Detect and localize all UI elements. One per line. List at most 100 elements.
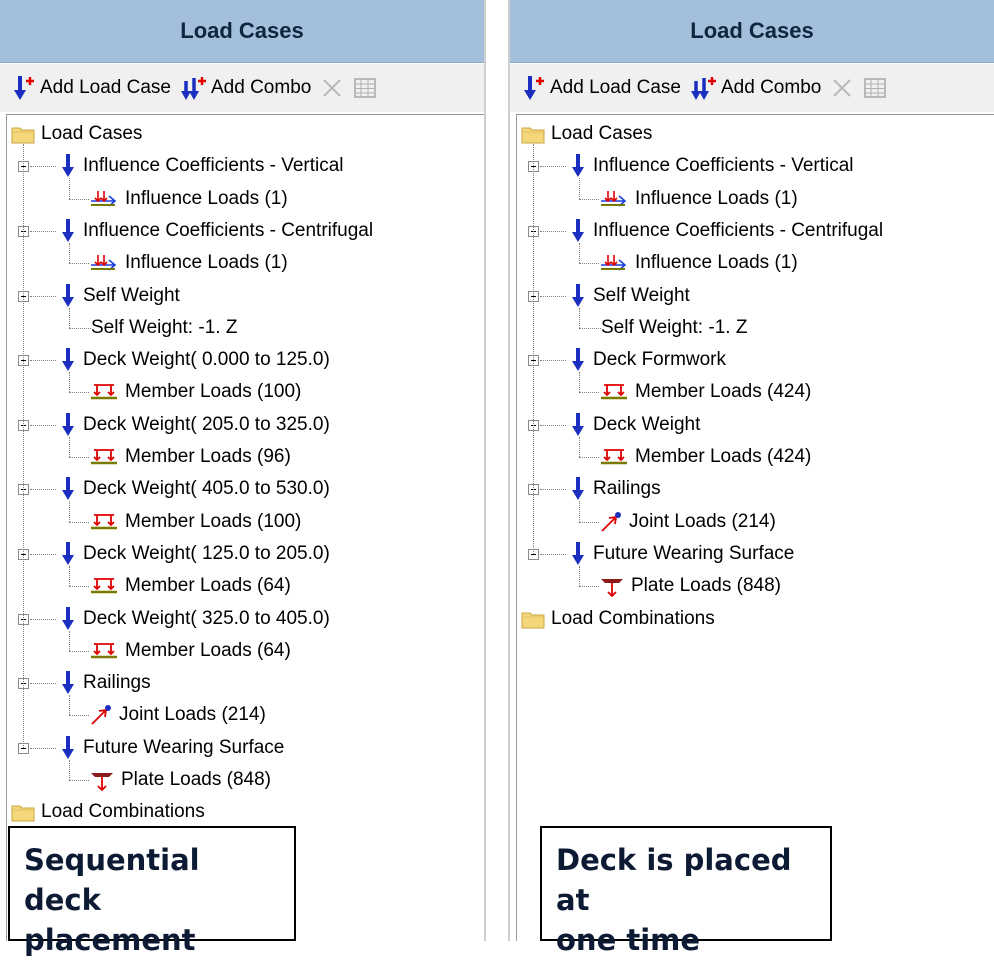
tree-folder-node[interactable]: Load Combinations	[521, 603, 715, 635]
tree-load-item-node[interactable]: Influence Loads (1)	[89, 247, 288, 279]
tree-load-item-node[interactable]: Member Loads (64)	[89, 635, 291, 667]
tree-node-label: Influence Loads (1)	[635, 187, 798, 209]
tree-node-label: Member Loads (96)	[125, 446, 291, 467]
tree-load-item-node[interactable]: Member Loads (64)	[89, 570, 291, 602]
tree-load-item-node[interactable]: Joint Loads (214)	[599, 506, 776, 538]
add-combo-icon	[181, 73, 209, 103]
tree-load-case-node[interactable]: Influence Coefficients - Centrifugal	[59, 215, 373, 247]
tree-connector	[69, 392, 89, 394]
tree-connector	[69, 586, 89, 588]
delete-button[interactable]	[829, 77, 855, 99]
tree-load-case-node[interactable]: Deck Weight( 125.0 to 205.0)	[59, 538, 330, 570]
tree-connector	[30, 230, 56, 232]
tree-connector	[69, 307, 70, 328]
tree-connector	[69, 695, 70, 716]
tree-load-case-node[interactable]: Influence Coefficients - Vertical	[569, 150, 854, 182]
tree-folder-node[interactable]: Load Cases	[521, 118, 652, 150]
tree-load-case-node[interactable]: Deck Weight( 0.000 to 125.0)	[59, 344, 330, 376]
tree-folder-node[interactable]: Load Combinations	[11, 796, 205, 828]
tree-node-label: Member Loads (64)	[125, 639, 291, 661]
note-line-1: Deck is placed at	[556, 843, 792, 917]
tree-load-item-node[interactable]: Plate Loads (848)	[89, 764, 271, 796]
tree-load-item-node[interactable]: Influence Loads (1)	[599, 183, 798, 215]
note-line-2: one time	[556, 923, 701, 957]
folder-icon	[11, 124, 35, 144]
tree-connector	[69, 650, 89, 652]
tree-load-item-node[interactable]: Self Weight: -1. Z	[89, 312, 237, 344]
tree-load-case-node[interactable]: Self Weight	[569, 280, 690, 312]
tree-load-item-node[interactable]: Member Loads (424)	[599, 441, 811, 473]
tree-node-label: Self Weight: -1. Z	[91, 316, 238, 338]
tree-node-label: Self Weight	[593, 284, 690, 306]
add-load-case-button[interactable]: Add Load Case	[10, 73, 173, 103]
tree-node-label: Influence Loads (1)	[125, 187, 288, 209]
tree-load-item-node[interactable]: Influence Loads (1)	[89, 183, 288, 215]
load-cases-panel-right: Load Cases Add Load Case Add Combo Load …	[508, 0, 994, 957]
tree-folder-node[interactable]: Load Cases	[11, 118, 142, 150]
note-line-2: placement	[24, 923, 196, 957]
tree-node-label: Future Wearing Surface	[593, 542, 795, 564]
tree-connector	[69, 178, 70, 199]
influence-load-icon	[89, 253, 119, 273]
tree-node-label: Self Weight: -1. Z	[601, 316, 748, 338]
tree-load-case-node[interactable]: Deck Weight( 405.0 to 530.0)	[59, 473, 330, 505]
tree-load-item-node[interactable]: Member Loads (96)	[89, 441, 291, 473]
tree-load-case-node[interactable]: Railings	[59, 667, 151, 699]
member-load-icon	[89, 641, 119, 661]
plate-load-icon	[599, 575, 625, 598]
table-view-button[interactable]	[861, 77, 889, 99]
add-load-case-button[interactable]: Add Load Case	[520, 73, 683, 103]
folder-icon	[521, 609, 545, 629]
add-combo-button[interactable]: Add Combo	[689, 73, 823, 103]
toolbar: Add Load Case Add Combo	[0, 64, 484, 112]
tree-load-item-node[interactable]: Member Loads (100)	[89, 506, 301, 538]
tree-connector	[579, 586, 599, 588]
add-combo-button[interactable]: Add Combo	[179, 73, 313, 103]
annotation-note: Sequential deck placement	[8, 826, 296, 957]
delete-button[interactable]	[319, 77, 345, 99]
tree-connector	[579, 501, 580, 522]
member-load-icon	[89, 382, 119, 402]
tree-load-item-node[interactable]: Joint Loads (214)	[89, 699, 266, 731]
tree-load-case-node[interactable]: Deck Formwork	[569, 344, 726, 376]
table-grid-icon	[353, 77, 377, 99]
tree-node-label: Deck Weight( 125.0 to 205.0)	[83, 542, 330, 564]
tree-load-item-node[interactable]: Influence Loads (1)	[599, 247, 798, 279]
tree-connector	[579, 392, 599, 394]
tree-connector	[579, 457, 599, 458]
tree-load-case-node[interactable]: Deck Weight	[569, 409, 700, 441]
tree-load-case-node[interactable]: Self Weight	[59, 280, 180, 312]
tree-connector	[69, 242, 70, 264]
tree-load-item-node[interactable]: Self Weight: -1. Z	[599, 312, 747, 344]
panel-title-bar: Load Cases	[510, 0, 994, 63]
tree-connector	[540, 489, 566, 491]
tree-load-case-node[interactable]: Railings	[569, 473, 661, 505]
tree-connector	[69, 521, 89, 523]
tree-connector	[579, 565, 580, 587]
tree-load-case-node[interactable]: Deck Weight( 325.0 to 405.0)	[59, 603, 330, 635]
tree-connector	[30, 553, 56, 555]
tree-load-case-node[interactable]: Influence Coefficients - Vertical	[59, 150, 344, 182]
tree-load-item-node[interactable]: Member Loads (424)	[599, 376, 811, 408]
add-combo-label: Add Combo	[211, 77, 312, 98]
tree-load-case-node[interactable]: Influence Coefficients - Centrifugal	[569, 215, 883, 247]
tree-load-case-node[interactable]: Future Wearing Surface	[569, 538, 794, 570]
tree-connector	[579, 436, 580, 457]
member-load-icon	[89, 576, 119, 596]
tree-node-label: Influence Loads (1)	[635, 252, 798, 274]
tree-load-case-node[interactable]: Future Wearing Surface	[59, 732, 284, 764]
load-case-icon	[59, 670, 77, 696]
load-case-icon	[59, 606, 77, 632]
tree-node-label: Plate Loads (848)	[121, 769, 271, 790]
tree-connector	[579, 178, 580, 199]
table-view-button[interactable]	[351, 77, 379, 99]
tree-load-case-node[interactable]: Deck Weight( 205.0 to 325.0)	[59, 409, 330, 441]
member-load-icon	[89, 447, 119, 467]
tree-node-label: Deck Formwork	[593, 349, 727, 371]
tree-connector	[69, 327, 91, 329]
tree-node-label: Load Cases	[41, 123, 143, 144]
tree-node-label: Member Loads (424)	[635, 381, 812, 403]
annotation-note: Deck is placed at one time	[540, 826, 832, 957]
tree-load-item-node[interactable]: Plate Loads (848)	[599, 570, 781, 602]
tree-load-item-node[interactable]: Member Loads (100)	[89, 376, 301, 408]
